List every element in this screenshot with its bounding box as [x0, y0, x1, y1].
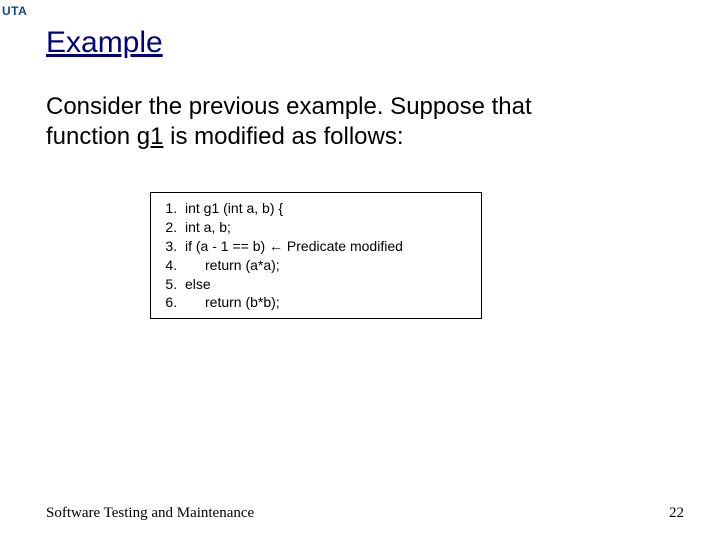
uta-logo: UTA: [2, 4, 27, 18]
code-text-3-pre: if (a - 1 == b): [185, 238, 269, 254]
function-name: g1: [137, 123, 164, 150]
code-text-6: return (b*b);: [205, 294, 280, 310]
body-line2b: is modified as follows:: [163, 123, 403, 150]
body-paragraph: Consider the previous example. Suppose t…: [46, 92, 660, 152]
page-number: 22: [669, 505, 684, 522]
code-text-3-post: Predicate modified: [283, 238, 403, 254]
body-line1: Consider the previous example. Suppose t…: [46, 93, 532, 120]
arrow-icon: ←: [269, 238, 283, 254]
code-line-5: else: [181, 275, 471, 294]
body-line2a: function: [46, 123, 137, 150]
code-text-1: int g1 (int a, b) {: [185, 200, 283, 216]
code-text-4: return (a*a);: [205, 257, 280, 273]
code-line-4: return (a*a);: [181, 256, 471, 275]
slide-title: Example: [46, 26, 163, 60]
code-text-2: int a, b;: [185, 219, 231, 235]
code-line-6: return (b*b);: [181, 293, 471, 312]
footer-title: Software Testing and Maintenance: [46, 505, 254, 522]
code-line-1: int g1 (int a, b) {: [181, 199, 471, 218]
code-listing: int g1 (int a, b) { int a, b; if (a - 1 …: [150, 192, 482, 319]
code-text-5: else: [185, 276, 211, 292]
code-line-2: int a, b;: [181, 218, 471, 237]
code-line-3: if (a - 1 == b) ← Predicate modified: [181, 237, 471, 256]
